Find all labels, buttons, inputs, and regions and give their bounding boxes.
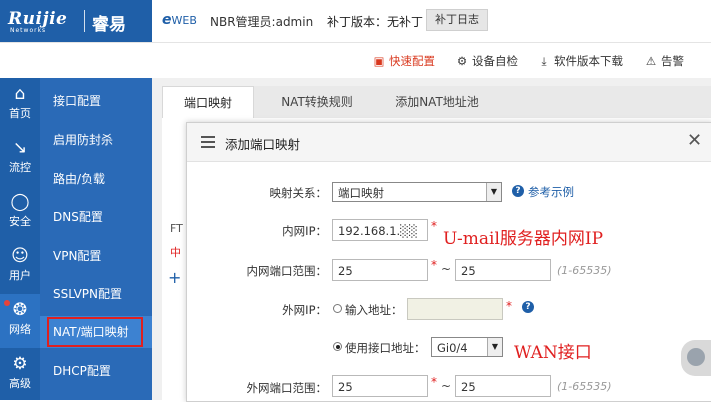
use-interface-label: 使用接口地址： [345, 341, 426, 355]
required-star: * [431, 219, 437, 233]
subnav-item-vpn[interactable]: VPN配置 [40, 240, 152, 272]
outer-ip-label: 外网IP： [282, 303, 327, 317]
inner-ip-label: 内网IP： [282, 224, 327, 238]
subnav-item-nat[interactable]: NAT/端口映射 [40, 316, 152, 348]
required-star: * [506, 299, 512, 313]
inner-ip-input[interactable]: 192.168.1.░░ [332, 219, 428, 241]
support-avatar-icon[interactable] [681, 340, 711, 376]
subnav-item-dns[interactable]: DNS配置 [40, 201, 152, 233]
subnav-item-interface[interactable]: 接口配置 [40, 85, 152, 117]
user-icon: ☺ [11, 246, 29, 266]
shield-icon: ◯ [10, 192, 30, 212]
logo-subtext: Networks [10, 27, 47, 34]
highlight-box [47, 317, 143, 347]
input-address-label: 输入地址： [345, 303, 403, 317]
download-icon: ⤓ [541, 54, 547, 68]
port-range-hint: (1-65535) [557, 380, 612, 393]
tab-add-nat-pool[interactable]: 添加NAT地址池 [377, 86, 497, 118]
annotation-inner-ip: U-mail服务器内网IP [443, 229, 604, 249]
logo-text: Ruijie [8, 9, 68, 29]
admin-label: NBR管理员:admin [210, 15, 314, 29]
sub-nav: 接口配置 启用防封杀 路由/负载 DNS配置 VPN配置 SSLVPN配置 NA… [40, 78, 152, 400]
bg-text-ft: FT [170, 222, 183, 235]
nav-item-flow[interactable]: ↘ 流控 [0, 132, 40, 186]
tab-port-mapping[interactable]: 端口映射 [162, 86, 254, 120]
example-link[interactable]: 参考示例 [528, 184, 574, 200]
port-range-hint: (1-65535) [557, 264, 612, 277]
help-icon[interactable]: ? [512, 185, 524, 197]
dialog-title: 添加端口映射 [225, 137, 301, 152]
eweb-logo: eWEB [162, 12, 197, 28]
outer-ip-input[interactable] [407, 298, 503, 320]
mapping-label: 映射关系： [269, 186, 328, 200]
range-tilde: ~ [441, 379, 452, 393]
chevron-down-icon: ▼ [486, 183, 501, 201]
globe-icon: ❂ [12, 300, 28, 320]
home-icon: ⌂ [14, 84, 26, 104]
quick-config-icon: ▣ [373, 54, 385, 68]
tab-bar: 端口映射 NAT转换规则 添加NAT地址池 [162, 86, 711, 120]
interface-select[interactable]: Gi0/4 ▼ [431, 337, 503, 357]
device-check-button[interactable]: ⚙ 设备自检 [455, 50, 518, 72]
nav-item-home[interactable]: ⌂ 首页 [0, 78, 40, 132]
device-check-icon: ⚙ [456, 54, 468, 68]
use-interface-radio[interactable] [333, 342, 342, 351]
main-nav: ⌂ 首页 ↘ 流控 ◯ 安全 ☺ 用户 ❂ 网络 ⚙ 高级 [0, 78, 40, 400]
required-star: * [431, 258, 437, 272]
inner-port-label: 内网端口范围： [246, 264, 328, 278]
quick-config-button[interactable]: ▣ 快速配置 [372, 50, 435, 72]
nav-item-network[interactable]: ❂ 网络 [0, 294, 40, 348]
bg-add-icon[interactable]: + [168, 268, 181, 287]
subnav-item-sslvpn[interactable]: SSLVPN配置 [40, 278, 152, 310]
nav-item-user[interactable]: ☺ 用户 [0, 240, 40, 294]
required-star: * [431, 375, 437, 389]
subnav-item-dhcp[interactable]: DHCP配置 [40, 355, 152, 387]
annotation-wan: WAN接口 [514, 343, 592, 363]
dialog-header: 添加端口映射 ✕ [187, 123, 711, 162]
chevron-down-icon: ▼ [487, 338, 502, 356]
brand-logo: Ruijie Networks 睿易 [0, 0, 152, 42]
gear-icon: ⚙ [12, 354, 28, 374]
tab-nat-rules[interactable]: NAT转换规则 [262, 86, 372, 118]
close-icon[interactable]: ✕ [687, 130, 702, 151]
subnav-item-routing[interactable]: 路由/负载 [40, 163, 152, 195]
add-port-mapping-dialog: 添加端口映射 ✕ 映射关系： 端口映射 ▼ ? 参考示例 内网IP： 192.1… [186, 122, 711, 402]
outer-port-to-input[interactable]: 25 [455, 375, 551, 397]
outer-port-from-input[interactable]: 25 [332, 375, 428, 397]
range-tilde: ~ [441, 262, 452, 276]
chart-icon: ↘ [12, 138, 28, 158]
top-header: Ruijie Networks 睿易 eWEB NBR管理员:admin 补丁版… [0, 0, 711, 43]
patch-log-button[interactable]: 补丁日志 [426, 9, 488, 31]
input-address-radio[interactable] [333, 304, 342, 313]
mapping-select[interactable]: 端口映射 ▼ [332, 182, 502, 202]
alert-icon: ⚠ [645, 54, 657, 68]
nav-item-security[interactable]: ◯ 安全 [0, 186, 40, 240]
logo-cn-text: 睿易 [92, 15, 126, 35]
outer-port-label: 外网端口范围： [246, 381, 328, 395]
inner-port-to-input[interactable]: 25 [455, 259, 551, 281]
software-download-button[interactable]: ⤓ 软件版本下载 [537, 50, 623, 72]
nav-item-advanced[interactable]: ⚙ 高级 [0, 348, 40, 402]
help-icon[interactable]: ? [522, 301, 534, 313]
logo-divider [84, 10, 85, 32]
patch-label: 补丁版本：无补丁 [327, 15, 424, 29]
bg-text-zh: 中 [170, 246, 181, 259]
inner-port-from-input[interactable]: 25 [332, 259, 428, 281]
menu-icon [201, 136, 215, 148]
subnav-item-anti-block[interactable]: 启用防封杀 [40, 124, 152, 156]
alert-button[interactable]: ⚠ 告警 [644, 50, 684, 72]
